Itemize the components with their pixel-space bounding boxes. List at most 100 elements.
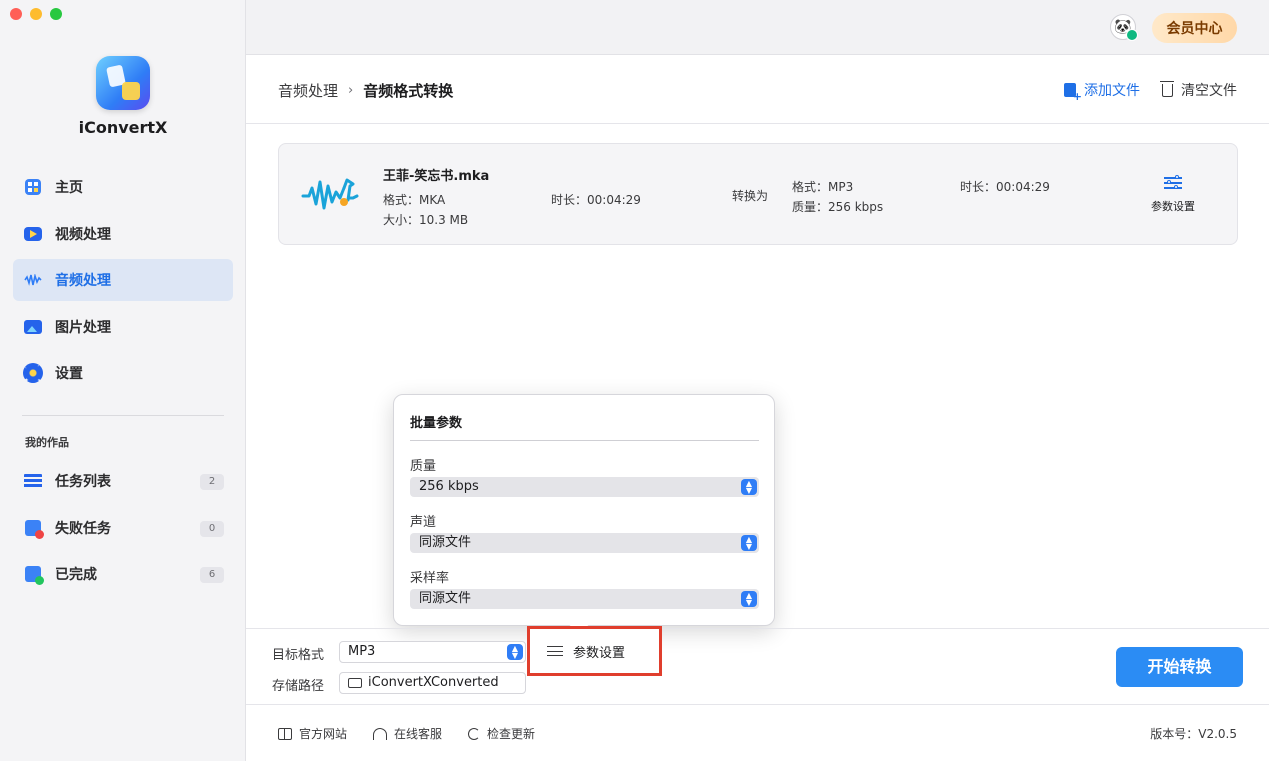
samplerate-select[interactable]: 同源文件 ▲ ▼: [410, 589, 759, 609]
quality-label: 质量: [410, 459, 437, 474]
file-param-settings-button[interactable]: 参数设置: [1139, 175, 1207, 214]
quality-value: 256 kbps: [419, 479, 479, 494]
save-path-field[interactable]: iConvertXConverted: [339, 672, 526, 694]
sliders-icon: [547, 645, 563, 657]
sliders-icon: [1164, 175, 1182, 190]
bottom-bar: 目标格式 MP3 ▲ ▼ 存储路径 iConvertXConverted 参数设置…: [246, 626, 1269, 704]
sidebar-item-completed[interactable]: 已完成 6: [13, 553, 233, 595]
sidebar-item-image[interactable]: 图片处理: [13, 306, 233, 348]
window-controls: [10, 8, 62, 20]
popover-title: 批量参数: [410, 416, 463, 431]
file-size: 大小：10.3 MB: [383, 213, 469, 227]
output-format: 格式：MP3: [792, 180, 854, 194]
param-settings-label: 参数设置: [1151, 200, 1195, 213]
vip-center-button[interactable]: 会员中心: [1152, 13, 1237, 43]
works-list: 任务列表 2 失败任务 0 已完成 6: [13, 460, 233, 600]
target-format-select[interactable]: MP3 ▲ ▼: [339, 641, 526, 663]
target-format-label: 目标格式: [272, 648, 325, 663]
count-badge: 0: [200, 520, 224, 537]
audio-wave-icon: [24, 274, 42, 286]
samplerate-value: 同源文件: [419, 591, 472, 606]
chevron-updown-icon: ▲ ▼: [507, 644, 523, 660]
sidebar-item-video[interactable]: 视频处理: [13, 213, 233, 255]
book-icon: [278, 727, 292, 740]
headset-icon: [373, 727, 388, 740]
folder-icon: [348, 678, 362, 688]
file-name: 王菲-笑忘书.mka: [383, 169, 490, 184]
param-settings-label: 参数设置: [573, 645, 626, 661]
breadcrumb-parent[interactable]: 音频处理: [278, 80, 338, 101]
sidebar-item-home[interactable]: 主页: [13, 166, 233, 208]
header-actions: 添加文件 清空文件: [1064, 80, 1237, 103]
channel-select[interactable]: 同源文件 ▲ ▼: [410, 533, 759, 553]
sidebar-item-task-list[interactable]: 任务列表 2: [13, 460, 233, 502]
popover-divider: [410, 440, 759, 441]
sidebar-item-failed-tasks[interactable]: 失败任务 0: [13, 507, 233, 549]
top-bar: 🐼 会员中心: [246, 0, 1269, 55]
quality-select[interactable]: 256 kbps ▲ ▼: [410, 477, 759, 497]
page-title: 音频格式转换: [363, 82, 454, 100]
channel-label: 声道: [410, 515, 437, 530]
clear-files-button[interactable]: 清空文件: [1160, 80, 1237, 100]
official-website-label: 官方网站: [299, 727, 348, 741]
refresh-icon: [468, 727, 481, 740]
channel-value: 同源文件: [419, 535, 472, 550]
add-file-label: 添加文件: [1084, 83, 1140, 99]
chevron-updown-icon: ▲ ▼: [741, 479, 757, 495]
sidebar-item-audio[interactable]: 音频处理: [13, 259, 233, 301]
add-file-icon: [1064, 83, 1082, 103]
online-support-link[interactable]: 在线客服: [373, 725, 442, 742]
add-file-button[interactable]: 添加文件: [1064, 80, 1140, 103]
samplerate-label: 采样率: [410, 571, 450, 586]
file-card[interactable]: 王菲-笑忘书.mka 格式：MKA 大小：10.3 MB 时长：00:04:29…: [278, 143, 1238, 245]
chevron-updown-icon: ▲ ▼: [741, 591, 757, 607]
start-convert-button[interactable]: 开始转换: [1116, 647, 1243, 687]
source-format: 格式：MKA: [383, 193, 446, 207]
param-settings-button[interactable]: 参数设置: [527, 626, 662, 676]
output-quality: 质量：256 kbps: [792, 200, 884, 214]
sidebar: iConvertX 主页 视频处理 音频处理 图片处理 设置 我的作品 任务列表…: [0, 0, 246, 761]
check-update-link[interactable]: 检查更新: [468, 725, 535, 742]
output-duration: 时长：00:04:29: [960, 180, 1050, 194]
trash-icon: [1160, 80, 1174, 97]
batch-params-popover: 批量参数 质量 256 kbps ▲ ▼ 声道 同源文件 ▲ ▼ 采样率 同源文件 …: [393, 394, 775, 636]
save-path-label: 存储路径: [272, 679, 325, 694]
sidebar-item-label: 音频处理: [55, 273, 111, 289]
zoom-window-button[interactable]: [50, 8, 62, 20]
sidebar-item-label: 任务列表: [55, 474, 111, 490]
avatar[interactable]: 🐼: [1110, 14, 1138, 41]
gear-icon: [23, 363, 43, 383]
app-logo-icon: [96, 56, 150, 110]
sidebar-item-label: 设置: [55, 366, 83, 382]
count-badge: 2: [200, 474, 224, 490]
chevron-updown-icon: ▲ ▼: [741, 535, 757, 551]
target-format-value: MP3: [348, 644, 376, 659]
sidebar-item-label: 失败任务: [55, 520, 111, 537]
completed-icon: [25, 566, 44, 585]
section-label-my-works: 我的作品: [25, 436, 69, 449]
sidebar-divider: [22, 415, 224, 416]
sidebar-item-label: 视频处理: [55, 226, 111, 243]
convert-to-label: 转换为: [732, 189, 769, 203]
footer: 官方网站 在线客服 检查更新 版本号：V2.0.5: [246, 704, 1269, 761]
official-website-link[interactable]: 官方网站: [278, 725, 347, 742]
list-icon: [24, 474, 42, 488]
clear-files-label: 清空文件: [1181, 83, 1237, 99]
failed-icon: [25, 519, 44, 539]
page-header: 音频处理 › 音频格式转换 添加文件 清空文件: [246, 56, 1269, 124]
minimize-window-button[interactable]: [30, 8, 42, 20]
breadcrumb-separator: ›: [348, 83, 354, 98]
sidebar-item-settings[interactable]: 设置: [13, 352, 233, 394]
version-label: 版本号：V2.0.5: [1150, 727, 1237, 741]
app-name: iConvertX: [78, 118, 168, 137]
image-icon: [24, 319, 42, 334]
footer-links: 官方网站 在线客服 检查更新: [278, 725, 535, 742]
sidebar-item-label: 主页: [55, 180, 83, 196]
count-badge: 6: [200, 567, 224, 583]
home-icon: [25, 179, 41, 195]
sidebar-item-label: 图片处理: [55, 319, 111, 336]
sidebar-nav: 主页 视频处理 音频处理 图片处理 设置: [13, 166, 233, 399]
close-window-button[interactable]: [10, 8, 22, 20]
breadcrumb: 音频处理 › 音频格式转换: [278, 80, 453, 101]
audio-file-icon: [301, 178, 359, 210]
